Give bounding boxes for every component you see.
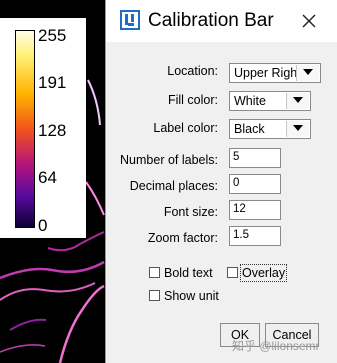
color-gradient-bar bbox=[15, 30, 35, 228]
decimal-places-label: Decimal places: bbox=[129, 179, 218, 193]
zoom-factor-input[interactable]: 1.5 bbox=[229, 226, 281, 246]
location-select[interactable]: Upper Righ bbox=[229, 63, 321, 83]
show-unit-label: Show unit bbox=[164, 289, 219, 303]
label-color-label: Label color: bbox=[153, 121, 218, 135]
cal-label-191: 191 bbox=[38, 73, 67, 92]
title-bar: Calibration Bar bbox=[106, 0, 337, 42]
show-unit-checkbox[interactable] bbox=[149, 290, 160, 301]
dropdown-arrow-icon[interactable] bbox=[296, 65, 319, 81]
number-of-labels-label: Number of labels: bbox=[120, 153, 218, 167]
overlay-label: Overlay bbox=[242, 266, 286, 280]
fill-color-label: Fill color: bbox=[167, 93, 218, 107]
location-value: Upper Righ bbox=[234, 66, 298, 80]
close-icon[interactable] bbox=[298, 10, 320, 32]
zoom-factor-label: Zoom factor: bbox=[147, 231, 218, 245]
calibration-bar-panel: 255 191 128 64 0 bbox=[0, 18, 86, 238]
fill-color-select[interactable]: White bbox=[229, 91, 311, 111]
number-of-labels-input[interactable]: 5 bbox=[229, 148, 281, 168]
dropdown-arrow-icon[interactable] bbox=[286, 93, 309, 109]
label-color-select[interactable]: Black bbox=[229, 119, 311, 139]
cal-label-64: 64 bbox=[38, 168, 57, 187]
image-canvas: 255 191 128 64 0 bbox=[0, 0, 105, 363]
dialog-title: Calibration Bar bbox=[148, 10, 274, 31]
cal-label-255: 255 bbox=[38, 26, 67, 45]
font-size-label: Font size: bbox=[163, 205, 218, 219]
decimal-places-input[interactable]: 0 bbox=[229, 174, 281, 194]
bold-text-label: Bold text bbox=[164, 266, 213, 280]
calibration-bar-dialog: Calibration Bar Location: Upper Righ Fil… bbox=[105, 0, 337, 363]
dropdown-arrow-icon[interactable] bbox=[286, 121, 309, 137]
font-size-input[interactable]: 12 bbox=[229, 200, 281, 220]
watermark-text: 知乎 @lilonsemr bbox=[232, 339, 320, 353]
cal-label-0: 0 bbox=[38, 216, 48, 235]
cal-label-128: 128 bbox=[38, 121, 67, 140]
bold-text-checkbox[interactable] bbox=[149, 267, 160, 278]
overlay-checkbox[interactable] bbox=[227, 267, 238, 278]
location-label: Location: bbox=[167, 64, 218, 78]
imagej-icon bbox=[120, 10, 140, 30]
